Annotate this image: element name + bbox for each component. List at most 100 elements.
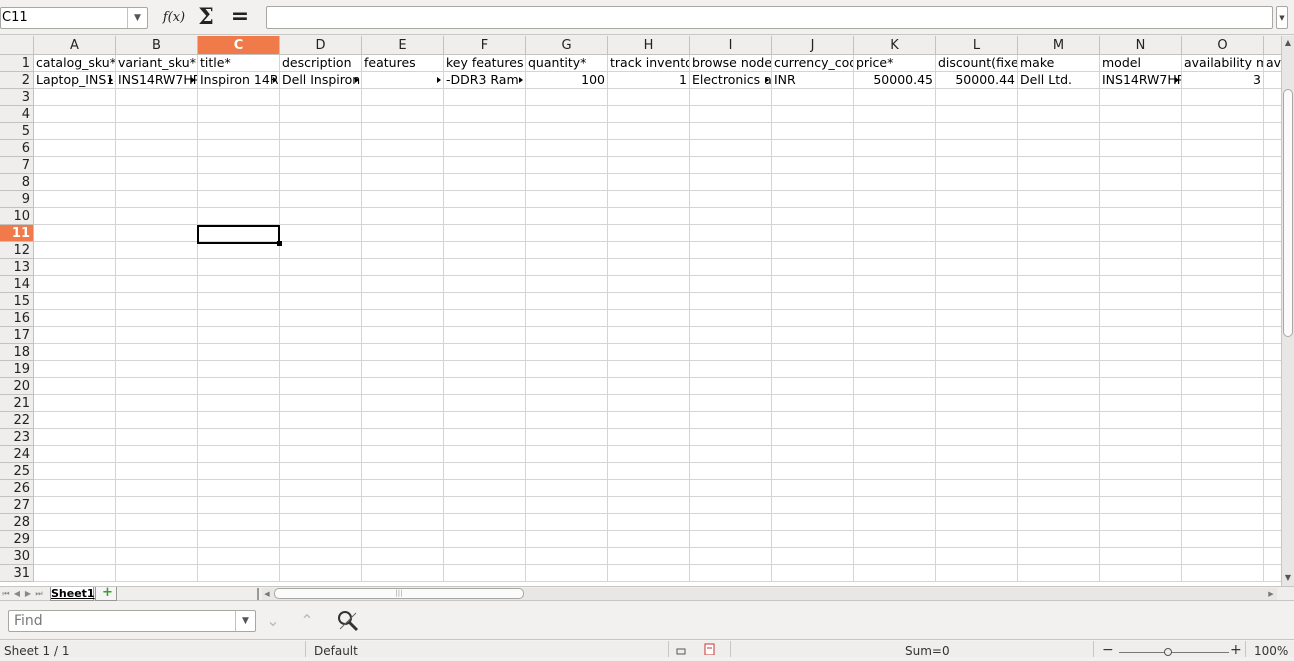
spreadsheet-grid[interactable]: ABCDEFGHIJKLMNOP1catalog_sku*variant_sku…: [0, 36, 1281, 586]
empty-cell[interactable]: [608, 191, 690, 208]
empty-cell[interactable]: [116, 208, 198, 225]
empty-cell[interactable]: [116, 242, 198, 259]
empty-cell[interactable]: [526, 361, 608, 378]
empty-cell[interactable]: [280, 293, 362, 310]
empty-cell[interactable]: [1100, 106, 1182, 123]
empty-cell[interactable]: [1100, 446, 1182, 463]
empty-cell[interactable]: [1018, 531, 1100, 548]
empty-cell[interactable]: [198, 565, 280, 582]
empty-cell[interactable]: [1264, 565, 1281, 582]
empty-cell[interactable]: [1018, 123, 1100, 140]
next-sheet-icon[interactable]: ▶: [23, 588, 33, 600]
empty-cell[interactable]: [772, 293, 854, 310]
empty-cell[interactable]: [936, 123, 1018, 140]
row-header[interactable]: 18: [0, 344, 34, 361]
row-header[interactable]: 10: [0, 208, 34, 225]
empty-cell[interactable]: [1018, 361, 1100, 378]
empty-cell[interactable]: [1264, 174, 1281, 191]
header-cell[interactable]: track inventory: [608, 55, 690, 72]
empty-cell[interactable]: [936, 276, 1018, 293]
empty-cell[interactable]: [34, 344, 116, 361]
empty-cell[interactable]: [1100, 463, 1182, 480]
sum-icon[interactable]: Σ: [195, 6, 217, 30]
empty-cell[interactable]: [772, 565, 854, 582]
empty-cell[interactable]: [936, 310, 1018, 327]
empty-cell[interactable]: [362, 225, 444, 242]
find-previous-icon[interactable]: ⌃: [296, 611, 318, 631]
empty-cell[interactable]: [690, 344, 772, 361]
empty-cell[interactable]: [1264, 480, 1281, 497]
empty-cell[interactable]: [1264, 378, 1281, 395]
empty-cell[interactable]: [362, 293, 444, 310]
empty-cell[interactable]: [608, 514, 690, 531]
row-header[interactable]: 21: [0, 395, 34, 412]
empty-cell[interactable]: [362, 123, 444, 140]
empty-cell[interactable]: [936, 446, 1018, 463]
empty-cell[interactable]: [34, 395, 116, 412]
scroll-up-icon[interactable]: ▲: [1282, 37, 1294, 49]
empty-cell[interactable]: [1018, 446, 1100, 463]
find-next-icon[interactable]: ⌄: [262, 611, 284, 631]
empty-cell[interactable]: [690, 531, 772, 548]
empty-cell[interactable]: [854, 106, 936, 123]
empty-cell[interactable]: [444, 327, 526, 344]
empty-cell[interactable]: [690, 242, 772, 259]
empty-cell[interactable]: [444, 310, 526, 327]
empty-cell[interactable]: [198, 140, 280, 157]
empty-cell[interactable]: [772, 208, 854, 225]
empty-cell[interactable]: [280, 310, 362, 327]
empty-cell[interactable]: [936, 157, 1018, 174]
empty-cell[interactable]: [280, 361, 362, 378]
empty-cell[interactable]: [1018, 378, 1100, 395]
empty-cell[interactable]: [690, 565, 772, 582]
empty-cell[interactable]: [772, 361, 854, 378]
empty-cell[interactable]: [1182, 327, 1264, 344]
empty-cell[interactable]: [116, 429, 198, 446]
empty-cell[interactable]: [526, 89, 608, 106]
empty-cell[interactable]: [608, 344, 690, 361]
empty-cell[interactable]: [772, 446, 854, 463]
empty-cell[interactable]: [198, 310, 280, 327]
empty-cell[interactable]: [198, 463, 280, 480]
sheet-tab-sheet1[interactable]: Sheet1: [50, 587, 95, 601]
empty-cell[interactable]: [1018, 191, 1100, 208]
row-header[interactable]: 28: [0, 514, 34, 531]
empty-cell[interactable]: [690, 259, 772, 276]
tab-splitter-handle[interactable]: [257, 588, 259, 600]
empty-cell[interactable]: [280, 123, 362, 140]
row-header[interactable]: 1: [0, 55, 34, 72]
empty-cell[interactable]: [280, 344, 362, 361]
header-cell[interactable]: availability mode: [1182, 55, 1264, 72]
header-cell[interactable]: catalog_sku*: [34, 55, 116, 72]
empty-cell[interactable]: [1264, 191, 1281, 208]
empty-cell[interactable]: [772, 531, 854, 548]
empty-cell[interactable]: [116, 276, 198, 293]
empty-cell[interactable]: [936, 548, 1018, 565]
empty-cell[interactable]: [1264, 531, 1281, 548]
empty-cell[interactable]: [936, 174, 1018, 191]
empty-cell[interactable]: [116, 259, 198, 276]
empty-cell[interactable]: [1100, 344, 1182, 361]
empty-cell[interactable]: [362, 174, 444, 191]
empty-cell[interactable]: [854, 327, 936, 344]
empty-cell[interactable]: [198, 395, 280, 412]
column-header-n[interactable]: N: [1100, 36, 1182, 55]
empty-cell[interactable]: [34, 293, 116, 310]
column-header-j[interactable]: J: [772, 36, 854, 55]
empty-cell[interactable]: [34, 514, 116, 531]
empty-cell[interactable]: [444, 480, 526, 497]
empty-cell[interactable]: [198, 361, 280, 378]
empty-cell[interactable]: [526, 293, 608, 310]
empty-cell[interactable]: [1264, 140, 1281, 157]
empty-cell[interactable]: [690, 140, 772, 157]
empty-cell[interactable]: [1100, 140, 1182, 157]
empty-cell[interactable]: [362, 412, 444, 429]
empty-cell[interactable]: [936, 378, 1018, 395]
empty-cell[interactable]: [198, 191, 280, 208]
empty-cell[interactable]: [772, 429, 854, 446]
row-header[interactable]: 22: [0, 412, 34, 429]
empty-cell[interactable]: [854, 191, 936, 208]
empty-cell[interactable]: [280, 514, 362, 531]
empty-cell[interactable]: [936, 412, 1018, 429]
empty-cell[interactable]: [526, 327, 608, 344]
